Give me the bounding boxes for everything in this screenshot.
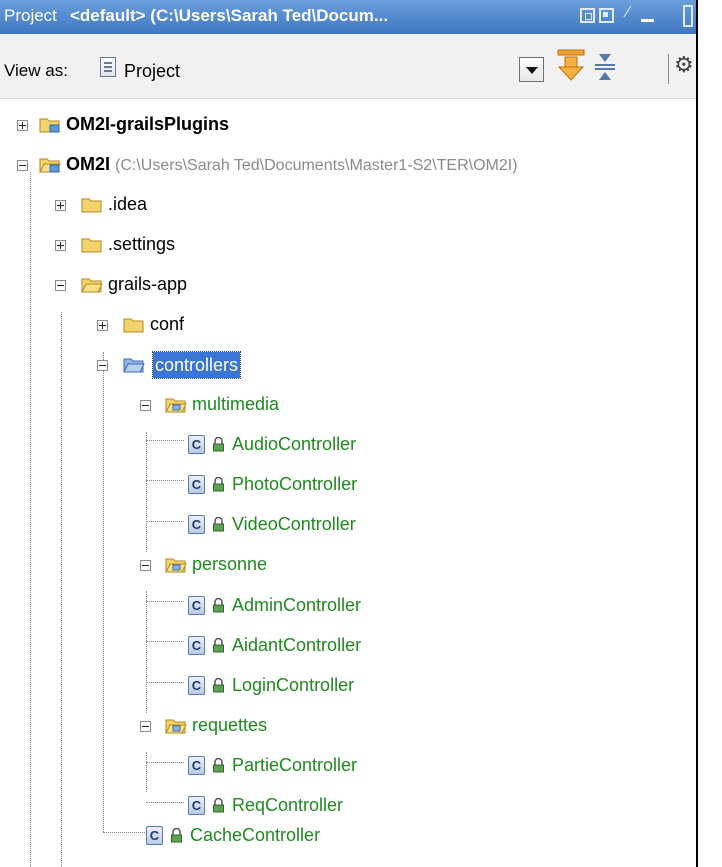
scroll-from-source-icon[interactable] (556, 48, 586, 84)
collapse-all-icon[interactable] (590, 48, 620, 84)
node-label: AudioController (232, 434, 357, 454)
node-label: LoginController (232, 675, 355, 695)
title-bar[interactable]: Project <default> (C:\Users\Sarah Ted\Do… (0, 0, 696, 34)
title-scope-label: <default> (C:\Users\Sarah Ted\Docum... (70, 6, 389, 25)
collapse-toggle[interactable] (140, 560, 151, 571)
tree-node-audio-controller[interactable]: C AudioController (0, 425, 696, 465)
toolbar-separator (668, 54, 669, 84)
node-label: ReqController (232, 795, 344, 815)
node-label: multimedia (192, 394, 280, 414)
node-label: PhotoController (232, 474, 358, 494)
lock-icon (213, 517, 224, 532)
node-label: AdminController (232, 595, 362, 615)
lock-icon (213, 758, 224, 773)
tree-node-idea[interactable]: .idea (0, 185, 696, 225)
expand-toggle[interactable] (55, 240, 66, 251)
module-folder-icon (39, 118, 60, 133)
node-label: CacheController (190, 825, 321, 845)
node-label: VideoController (232, 514, 356, 534)
tree-node-settings[interactable]: .settings (0, 225, 696, 265)
toolbar: View as: Project ⚙ (0, 34, 696, 99)
node-label: controllers (151, 351, 242, 379)
tree-node-photo-controller[interactable]: C PhotoController (0, 465, 696, 505)
class-icon: C (188, 515, 205, 534)
node-label: conf (150, 314, 185, 334)
source-folder-open-icon (123, 358, 145, 373)
folder-open-icon (81, 278, 103, 293)
node-label: AidantController (232, 635, 362, 655)
node-label: OM2I-grailsPlugins (66, 114, 230, 134)
class-icon: C (188, 676, 205, 695)
float-icon[interactable] (599, 8, 614, 23)
collapse-toggle[interactable] (140, 400, 151, 411)
expand-toggle[interactable] (17, 120, 28, 131)
class-icon: C (188, 756, 205, 775)
class-icon: C (188, 475, 205, 494)
lock-icon (213, 638, 224, 653)
lock-icon (213, 437, 224, 452)
tree-node-admin-controller[interactable]: C AdminController (0, 586, 696, 626)
tree-node-video-controller[interactable]: C VideoController (0, 505, 696, 545)
expand-toggle[interactable] (55, 200, 66, 211)
class-icon: C (188, 596, 205, 615)
class-icon: C (188, 796, 205, 815)
gear-icon[interactable]: ⚙ (674, 52, 696, 82)
pin-icon[interactable]: ⁄ (618, 4, 638, 21)
class-icon: C (188, 636, 205, 655)
view-as-label: View as: (4, 61, 68, 80)
collapse-toggle[interactable] (55, 280, 66, 291)
title-project-label: Project (4, 6, 57, 25)
folder-icon (81, 198, 102, 213)
project-tool-window: Project <default> (C:\Users\Sarah Ted\Do… (0, 0, 698, 867)
node-label: OM2I (C:\Users\Sarah Ted\Documents\Maste… (66, 154, 518, 175)
expand-toggle[interactable] (97, 320, 108, 331)
lock-icon (213, 598, 224, 613)
tree-node-requettes[interactable]: requettes (0, 706, 696, 746)
minimize-icon[interactable] (640, 6, 656, 24)
lock-icon (213, 477, 224, 492)
tree-node-grails-plugins[interactable]: OM2I-grailsPlugins (0, 105, 696, 145)
tree-node-personne[interactable]: personne (0, 545, 696, 585)
node-label: .idea (108, 194, 148, 214)
node-label: .settings (108, 234, 176, 254)
tree-node-multimedia[interactable]: multimedia (0, 385, 696, 425)
node-label: grails-app (108, 274, 188, 294)
module-path: (C:\Users\Sarah Ted\Documents\Master1-S2… (115, 157, 518, 174)
folder-icon (81, 238, 102, 253)
view-as-dropdown-button[interactable] (519, 57, 544, 82)
tree-node-conf[interactable]: conf (0, 305, 696, 345)
package-folder-icon (165, 398, 187, 413)
package-folder-icon (165, 558, 187, 573)
node-label: requettes (192, 715, 268, 735)
tree-node-om2i[interactable]: OM2I (C:\Users\Sarah Ted\Documents\Maste… (0, 145, 696, 185)
node-label: personne (192, 554, 268, 574)
project-tree: OM2I-grailsPlugins OM2I (C:\Users\Sarah … (0, 98, 696, 867)
lock-icon (213, 678, 224, 693)
collapse-toggle[interactable] (17, 160, 28, 171)
tree-node-grails-app[interactable]: grails-app (0, 265, 696, 305)
lock-icon (171, 828, 182, 843)
window-edge-icon (683, 5, 693, 27)
tree-node-aidant-controller[interactable]: C AidantController (0, 626, 696, 666)
tree-node-cache-controller[interactable]: C CacheController (0, 816, 696, 856)
collapse-toggle[interactable] (97, 360, 108, 371)
restore-icon[interactable] (580, 8, 595, 23)
project-view-icon (100, 57, 116, 77)
collapse-toggle[interactable] (140, 721, 151, 732)
module-name: OM2I (66, 154, 111, 174)
folder-icon (123, 318, 144, 333)
package-folder-icon (165, 719, 187, 734)
class-icon: C (188, 435, 205, 454)
module-folder-open-icon (39, 158, 61, 173)
tree-node-login-controller[interactable]: C LoginController (0, 666, 696, 706)
tree-node-controllers[interactable]: controllers (0, 345, 696, 385)
lock-icon (213, 798, 224, 813)
node-label: PartieController (232, 755, 358, 775)
view-as-value[interactable]: Project (124, 61, 180, 82)
class-icon: C (146, 826, 163, 845)
tree-node-partie-controller[interactable]: C PartieController (0, 746, 696, 786)
